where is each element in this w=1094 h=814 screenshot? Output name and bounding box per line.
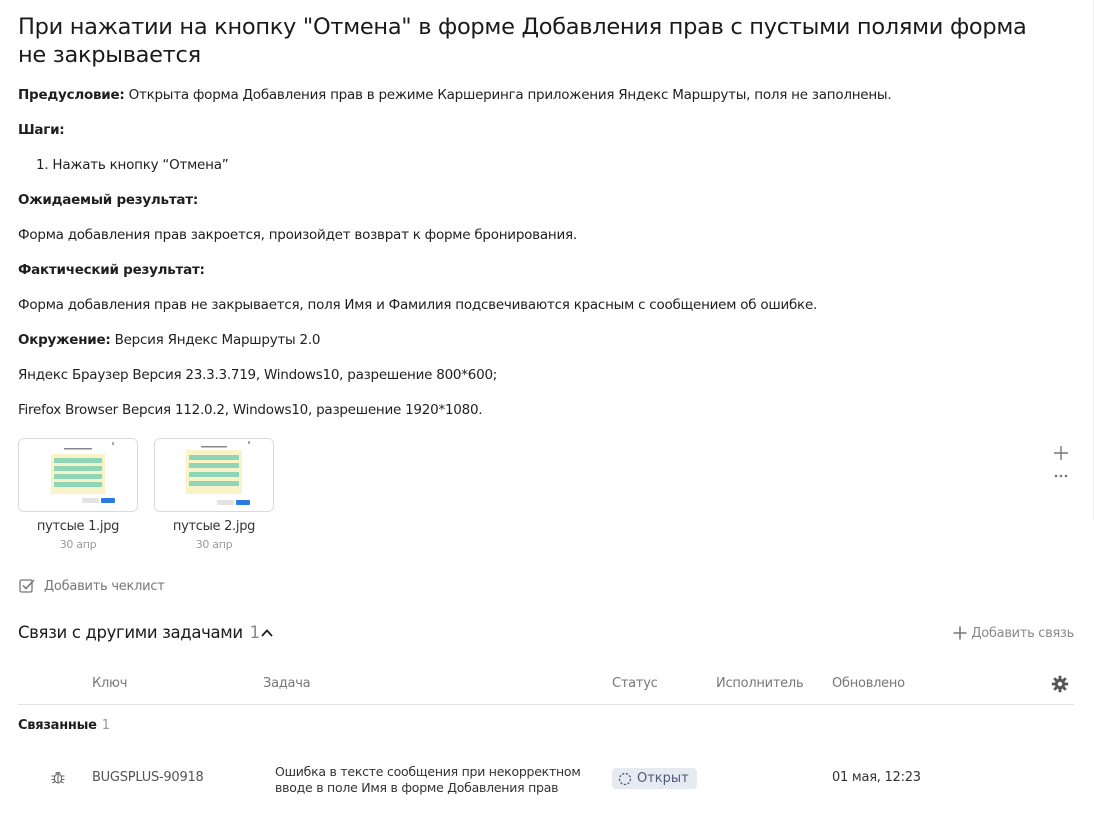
screenshot-thumbnail xyxy=(155,439,273,511)
add-checklist-label: Добавить чеклист xyxy=(44,578,165,594)
links-table-header: Ключ Задача Статус Исполнитель Обновлено xyxy=(18,674,1074,705)
precondition-text: Открыта форма Добавления прав в режиме К… xyxy=(124,87,892,103)
chevron-up-icon[interactable] xyxy=(260,626,274,640)
link-key[interactable]: BUGSPLUS-90918 xyxy=(92,770,204,785)
add-link-button[interactable]: Добавить связь xyxy=(952,625,1074,641)
more-icon[interactable] xyxy=(1053,473,1069,479)
environment-line: Firefox Browser Версия 112.0.2, Windows1… xyxy=(18,402,483,418)
attachment-preview[interactable] xyxy=(18,438,138,512)
attachment-actions xyxy=(1050,440,1072,479)
issue-title: При нажатии на кнопку "Отмена" в форме Д… xyxy=(18,14,1027,68)
actual-text: Форма добавления прав не закрывается, по… xyxy=(18,297,818,313)
status-text: Открыт xyxy=(637,771,689,786)
attachment-date: 30 апр xyxy=(195,538,233,551)
bug-icon xyxy=(51,771,65,784)
link-task-line: Ошибка в тексте сообщения при некорректн… xyxy=(275,764,581,779)
links-title[interactable]: Связи с другими задачами 1 xyxy=(18,623,260,642)
link-updated: 01 мая, 12:23 xyxy=(832,770,921,785)
links-title-text: Связи с другими задачами xyxy=(18,623,243,642)
environment-line: Яндекс Браузер Версия 23.3.3.719, Window… xyxy=(18,367,498,383)
status-badge[interactable]: Открыт xyxy=(612,768,697,789)
add-link-label: Добавить связь xyxy=(971,625,1074,641)
status-open-icon xyxy=(618,772,632,785)
column-task[interactable]: Задача xyxy=(263,676,311,691)
precondition-label: Предусловие: xyxy=(18,87,125,103)
step-item: 1. Нажать кнопку “Отмена” xyxy=(36,157,229,173)
attachment-date: 30 апр xyxy=(59,538,97,551)
expected-label: Ожидаемый результат: xyxy=(18,192,198,208)
column-key[interactable]: Ключ xyxy=(92,676,127,691)
checkbox-icon xyxy=(19,579,35,593)
column-updated[interactable]: Обновлено xyxy=(832,676,905,691)
links-group: Связанные 1 xyxy=(18,718,110,733)
environment: Окружение: Версия Яндекс Маршруты 2.0 xyxy=(18,331,320,349)
screenshot-thumbnail xyxy=(19,439,137,511)
links-count: 1 xyxy=(249,623,261,642)
link-task-line: вводе в поле Имя в форме Добавления прав xyxy=(275,780,559,795)
scroll-area-edge xyxy=(1089,0,1094,520)
attachment-name[interactable]: путсые 2.jpg xyxy=(154,519,274,534)
environment-label: Окружение: xyxy=(18,332,111,348)
attachment-item[interactable]: путсые 2.jpg 30 апр xyxy=(154,438,274,551)
actual-label: Фактический результат: xyxy=(18,262,205,278)
group-label: Связанные xyxy=(18,718,97,733)
settings-gear-icon[interactable] xyxy=(1051,675,1069,693)
attachment-name[interactable]: путсые 1.jpg xyxy=(18,519,138,534)
plus-icon xyxy=(953,626,967,640)
plus-icon[interactable] xyxy=(1053,445,1069,461)
attachment-preview[interactable] xyxy=(154,438,274,512)
expected-text: Форма добавления прав закроется, произой… xyxy=(18,227,577,243)
precondition: Предусловие: Открыта форма Добавления пр… xyxy=(18,86,892,104)
link-task[interactable]: Ошибка в тексте сообщения при некорректн… xyxy=(275,764,581,796)
links-section-header: Связи с другими задачами 1 Добавить связ… xyxy=(18,623,1074,647)
add-checklist-button[interactable]: Добавить чеклист xyxy=(18,577,165,595)
table-row[interactable]: BUGSPLUS-90918 Ошибка в тексте сообщения… xyxy=(18,760,1074,800)
environment-text: Версия Яндекс Маршруты 2.0 xyxy=(110,332,321,348)
steps-label: Шаги: xyxy=(18,122,65,138)
column-status[interactable]: Статус xyxy=(612,676,658,691)
attachment-item[interactable]: путсые 1.jpg 30 апр xyxy=(18,438,138,551)
group-count: 1 xyxy=(101,718,110,733)
attachments-list: путсые 1.jpg 30 апр путсые 2.jpg 30 апр xyxy=(18,438,274,551)
column-assignee[interactable]: Исполнитель xyxy=(716,676,804,691)
